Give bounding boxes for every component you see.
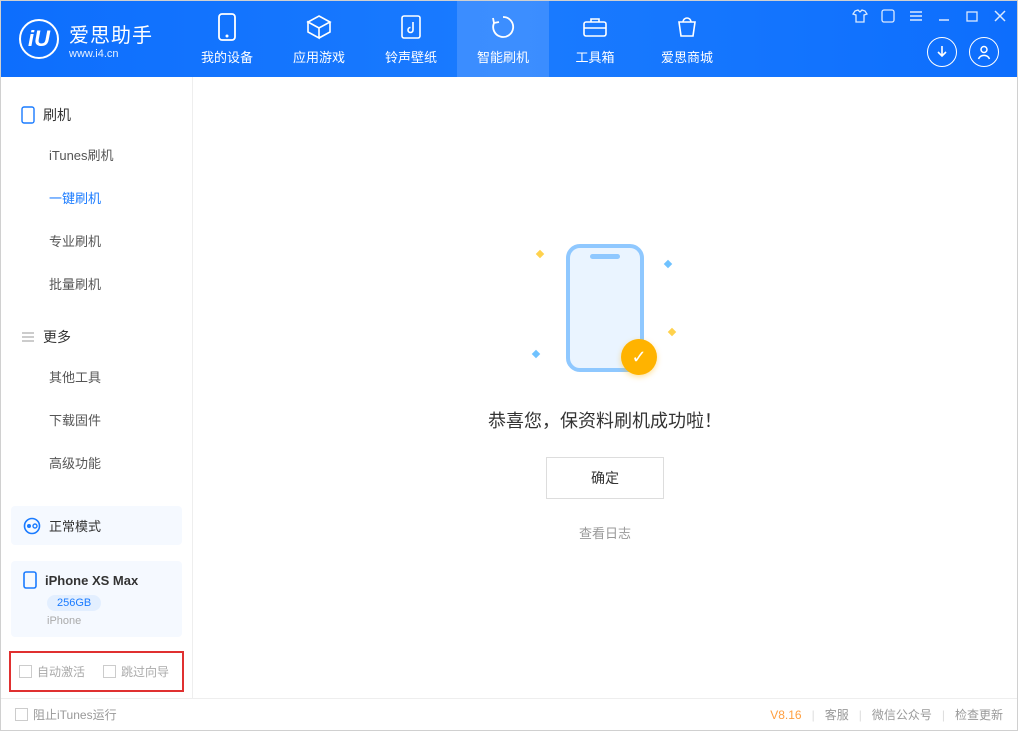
- logo-text: 爱思助手 www.i4.cn: [69, 19, 153, 60]
- nav-tab-label: 应用游戏: [293, 47, 345, 66]
- footer: 阻止iTunes运行 V8.16 | 客服 | 微信公众号 | 检查更新: [1, 698, 1017, 730]
- spark-icon: [664, 260, 672, 268]
- checkbox-icon: [103, 665, 116, 678]
- nav-tab-toolbox[interactable]: 工具箱: [549, 1, 641, 77]
- tshirt-icon[interactable]: [851, 7, 869, 25]
- download-button[interactable]: [927, 37, 957, 67]
- version-label: V8.16: [770, 708, 801, 722]
- nav-tab-apps[interactable]: 应用游戏: [273, 1, 365, 77]
- nav-tab-label: 工具箱: [575, 47, 614, 66]
- sidebar-group-title: 更多: [43, 327, 71, 347]
- device-type: iPhone: [47, 615, 170, 627]
- device-mode-box[interactable]: 正常模式: [11, 506, 182, 545]
- cube-icon: [305, 13, 333, 41]
- nav-tab-ringtones[interactable]: 铃声壁纸: [365, 1, 457, 77]
- spark-icon: [532, 350, 540, 358]
- logo-area: iU 爱思助手 www.i4.cn: [1, 19, 171, 60]
- device-mode-label: 正常模式: [49, 516, 101, 535]
- phone-icon: [21, 106, 35, 124]
- device-info-box[interactable]: iPhone XS Max 256GB iPhone: [11, 561, 182, 637]
- sidebar-group-title: 刷机: [43, 105, 71, 125]
- spark-icon: [536, 250, 544, 258]
- checkbox-label: 阻止iTunes运行: [33, 706, 117, 723]
- minimize-icon[interactable]: [935, 7, 953, 25]
- app-name: 爱思助手: [69, 19, 153, 48]
- separator: |: [812, 708, 815, 722]
- separator: |: [942, 708, 945, 722]
- nav-tab-label: 我的设备: [201, 47, 253, 66]
- logo-icon: iU: [19, 19, 59, 59]
- footer-link-update[interactable]: 检查更新: [955, 706, 1003, 723]
- user-button[interactable]: [969, 37, 999, 67]
- ok-button[interactable]: 确定: [546, 457, 664, 499]
- nav-tab-label: 智能刷机: [477, 47, 529, 66]
- sidebar-item-other-tools[interactable]: 其他工具: [1, 355, 192, 398]
- maximize-icon[interactable]: [963, 7, 981, 25]
- close-icon[interactable]: [991, 7, 1009, 25]
- success-title: 恭喜您，保资料刷机成功啦！: [488, 407, 722, 433]
- separator: |: [859, 708, 862, 722]
- checkbox-label: 自动激活: [37, 663, 85, 680]
- nav-tab-label: 爱思商城: [661, 47, 713, 66]
- sidebar-item-download-firmware[interactable]: 下载固件: [1, 398, 192, 441]
- sidebar-item-advanced[interactable]: 高级功能: [1, 441, 192, 484]
- list-icon: [21, 331, 35, 343]
- flash-options-row: 自动激活 跳过向导: [9, 651, 184, 692]
- sidebar-group-flash: 刷机: [1, 97, 192, 133]
- music-file-icon: [397, 13, 425, 41]
- refresh-shield-icon: [489, 13, 517, 41]
- app-url: www.i4.cn: [69, 48, 153, 60]
- device-name: iPhone XS Max: [45, 573, 138, 588]
- device-icon: [23, 571, 37, 589]
- checkbox-skip-guide[interactable]: 跳过向导: [103, 663, 169, 680]
- device-storage-badge: 256GB: [47, 595, 101, 611]
- checkbox-label: 跳过向导: [121, 663, 169, 680]
- feedback-icon[interactable]: [879, 7, 897, 25]
- toolbox-icon: [581, 13, 609, 41]
- checkbox-icon: [15, 708, 28, 721]
- checkbox-block-itunes[interactable]: 阻止iTunes运行: [15, 706, 117, 723]
- main-content: ✓ 恭喜您，保资料刷机成功啦！ 确定 查看日志: [193, 77, 1017, 698]
- nav-tab-label: 铃声壁纸: [385, 47, 437, 66]
- sidebar-item-itunes-flash[interactable]: iTunes刷机: [1, 133, 192, 176]
- nav-tab-store[interactable]: 爱思商城: [641, 1, 733, 77]
- footer-link-support[interactable]: 客服: [825, 706, 849, 723]
- bag-icon: [673, 13, 701, 41]
- checkbox-icon: [19, 665, 32, 678]
- footer-link-wechat[interactable]: 微信公众号: [872, 706, 932, 723]
- nav-tab-my-device[interactable]: 我的设备: [181, 1, 273, 77]
- success-illustration: ✓: [505, 233, 705, 383]
- sidebar-item-pro-flash[interactable]: 专业刷机: [1, 219, 192, 262]
- titlebar: iU 爱思助手 www.i4.cn 我的设备 应用游戏 铃声壁纸 智能刷机: [1, 1, 1017, 77]
- checkbox-auto-activate[interactable]: 自动激活: [19, 663, 85, 680]
- header-right-buttons: [927, 37, 999, 67]
- window-controls: [851, 7, 1009, 25]
- sidebar-item-oneclick-flash[interactable]: 一键刷机: [1, 176, 192, 219]
- mode-icon: [23, 517, 41, 535]
- body-area: 刷机 iTunes刷机 一键刷机 专业刷机 批量刷机 更多 其他工具 下载固件 …: [1, 77, 1017, 698]
- device-icon: [213, 13, 241, 41]
- check-badge-icon: ✓: [621, 339, 657, 375]
- nav-tab-flash[interactable]: 智能刷机: [457, 1, 549, 77]
- sidebar-scroll: 刷机 iTunes刷机 一键刷机 专业刷机 批量刷机 更多 其他工具 下载固件 …: [1, 77, 192, 498]
- view-log-link[interactable]: 查看日志: [579, 523, 631, 542]
- nav-tabs: 我的设备 应用游戏 铃声壁纸 智能刷机 工具箱 爱思商城: [181, 1, 733, 77]
- menu-icon[interactable]: [907, 7, 925, 25]
- sidebar-group-more: 更多: [1, 319, 192, 355]
- sidebar-item-batch-flash[interactable]: 批量刷机: [1, 262, 192, 305]
- sidebar: 刷机 iTunes刷机 一键刷机 专业刷机 批量刷机 更多 其他工具 下载固件 …: [1, 77, 193, 698]
- app-window: iU 爱思助手 www.i4.cn 我的设备 应用游戏 铃声壁纸 智能刷机: [0, 0, 1018, 731]
- spark-icon: [668, 328, 676, 336]
